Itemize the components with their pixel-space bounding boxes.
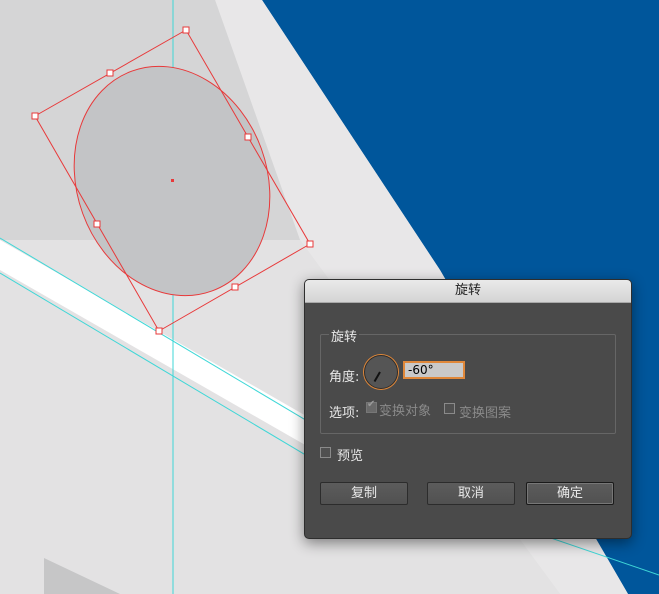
preview-label: 预览 xyxy=(337,449,364,464)
checkmark-icon: ✔ xyxy=(367,399,376,410)
angle-label: 角度: xyxy=(329,370,360,385)
preview-checkbox[interactable] xyxy=(320,447,331,458)
angle-input[interactable]: -60° xyxy=(403,361,465,379)
center-point xyxy=(171,179,174,182)
ok-button[interactable]: 确定 xyxy=(526,482,614,505)
rotate-dialog: 旋转 旋转 角度: -60° 选项: ✔ 变换对象 变换图案 预览 复制 取消 … xyxy=(304,279,632,539)
copy-button[interactable]: 复制 xyxy=(320,482,408,505)
transform-patterns-checkbox[interactable] xyxy=(444,403,455,414)
group-label: 旋转 xyxy=(329,326,360,345)
dial-needle xyxy=(373,371,381,383)
transform-patterns-label: 变换图案 xyxy=(459,406,512,421)
transform-objects-label: 变换对象 xyxy=(379,404,432,419)
angle-dial-icon[interactable] xyxy=(364,355,398,389)
options-label: 选项: xyxy=(329,406,360,421)
dialog-title[interactable]: 旋转 xyxy=(305,280,631,303)
transform-objects-checkbox[interactable]: ✔ xyxy=(366,399,377,413)
cancel-button[interactable]: 取消 xyxy=(427,482,515,505)
